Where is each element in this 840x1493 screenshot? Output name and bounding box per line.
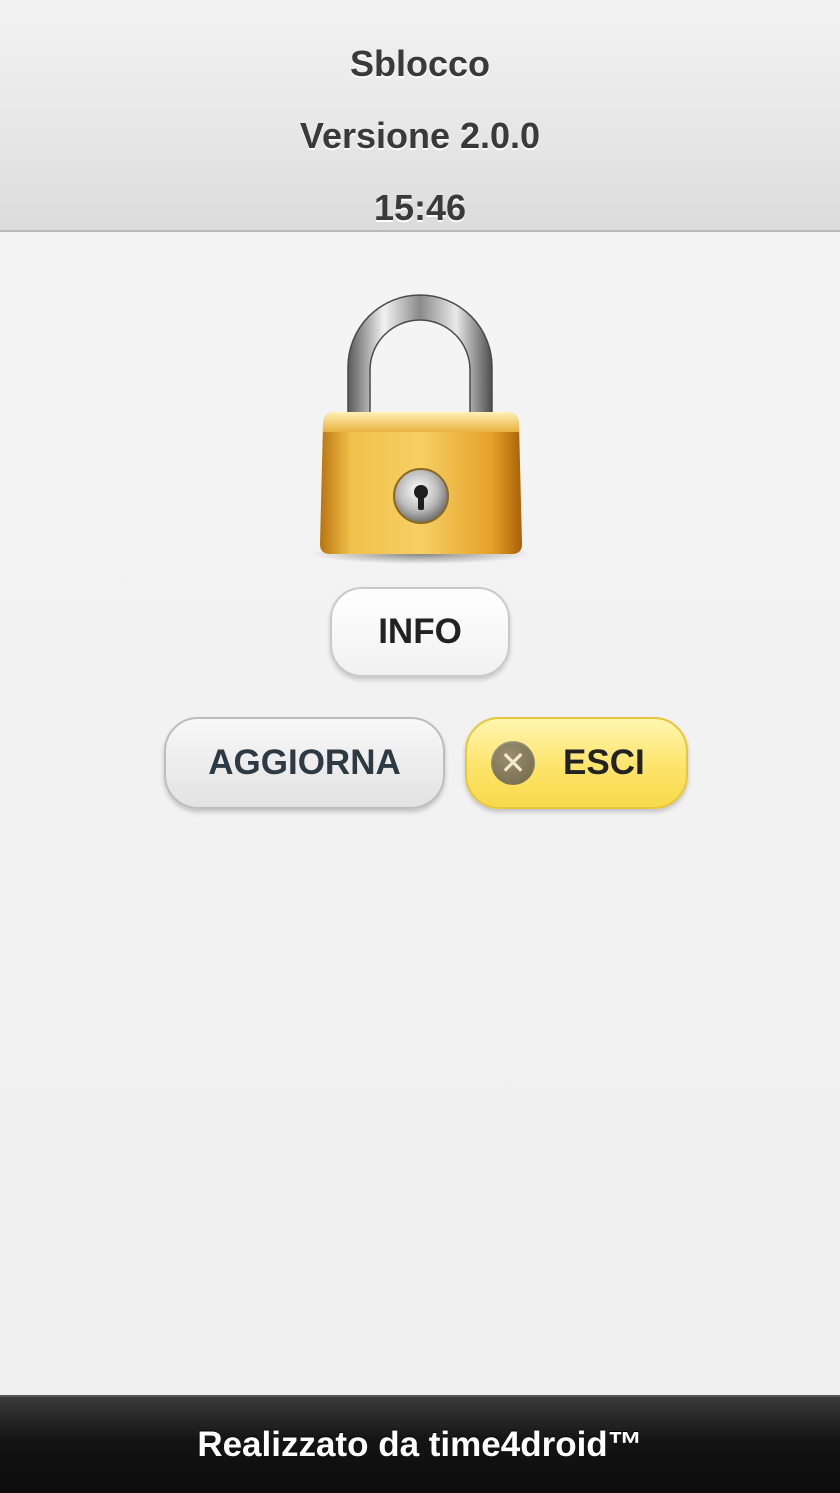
footer-credit: Realizzato da time4droid™: [197, 1425, 643, 1464]
aggiorna-button-label: AGGIORNA: [208, 743, 401, 782]
footer-credit-bar: Realizzato da time4droid™: [0, 1395, 840, 1493]
close-icon: ✕: [491, 741, 535, 785]
time-label: 15:46: [373, 187, 467, 228]
aggiorna-button[interactable]: AGGIORNA: [164, 717, 445, 809]
padlock-icon: [308, 282, 534, 572]
app-title: Sblocco: [349, 43, 491, 84]
esci-button[interactable]: ✕ ESCI: [465, 717, 688, 809]
info-button[interactable]: INFO: [330, 587, 510, 677]
info-button-label: INFO: [378, 612, 462, 651]
version-label: Versione 2.0.0: [299, 115, 541, 156]
esci-button-label: ESCI: [563, 743, 645, 782]
app-header: Sblocco Versione 2.0.0 15:46: [0, 0, 840, 232]
